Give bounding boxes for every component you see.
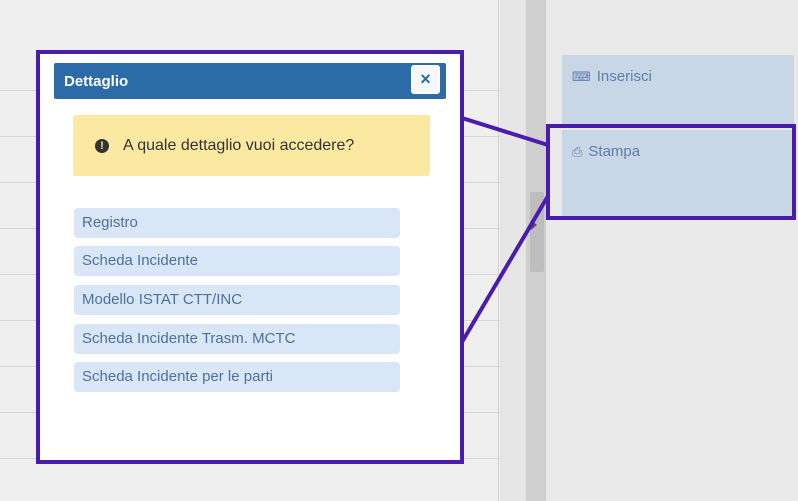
option-modello-istat[interactable]: Modello ISTAT CTT/INC xyxy=(74,285,400,315)
option-scheda-parti[interactable]: Scheda Incidente per le parti xyxy=(74,362,400,392)
dialog-title: Dettaglio xyxy=(64,73,129,90)
option-scheda-trasm-mctc[interactable]: Scheda Incidente Trasm. MCTC xyxy=(74,324,400,354)
option-registro[interactable]: Registro xyxy=(74,208,400,238)
alert-text: A quale dettaglio vuoi accedere? xyxy=(123,136,355,154)
info-icon: ! xyxy=(95,138,109,153)
option-scheda-incidente[interactable]: Scheda Incidente xyxy=(74,246,400,276)
question-alert: ! A quale dettaglio vuoi accedere? xyxy=(73,115,430,176)
connector-line-top xyxy=(461,116,549,147)
close-button[interactable]: × xyxy=(411,65,440,94)
connector-line-bottom xyxy=(460,194,550,344)
